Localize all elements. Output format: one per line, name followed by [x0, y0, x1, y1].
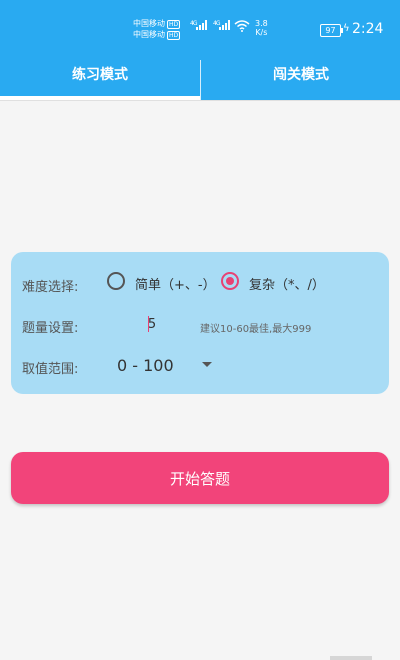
- lightning-bolt-icon: ϟ: [343, 23, 350, 34]
- scroll-indicator: [330, 656, 372, 660]
- question-count-hint: 建议10-60最佳,最大999: [200, 324, 312, 335]
- question-count-label: 题量设置:: [22, 321, 79, 336]
- text-caret: [148, 316, 149, 332]
- value-range-dropdown[interactable]: 0 - 100: [114, 352, 222, 378]
- settings-card: 难度选择: 简单（+、-） 复杂（*、/） 题量设置: 建议10-60最佳,最大…: [11, 252, 389, 394]
- network-speed: 3.8 K/s: [255, 19, 268, 37]
- difficulty-label: 难度选择:: [22, 280, 79, 295]
- carrier-1: 中国移动: [133, 19, 165, 28]
- wifi-icon: [234, 20, 250, 32]
- carrier-info: 中国移动 HD 中国移动 HD: [133, 18, 181, 40]
- radio-simple[interactable]: [107, 272, 125, 290]
- radio-complex[interactable]: [221, 272, 239, 290]
- mode-tab-bar: 练习模式 闯关模式: [0, 60, 400, 101]
- status-bar: 中国移动 HD 中国移动 HD 4G 4G 3.8 K/s 97 ϟ 2:24: [0, 0, 400, 60]
- radio-complex-label[interactable]: 复杂（*、/）: [249, 274, 325, 293]
- tab-selected-indicator: [0, 96, 200, 100]
- value-range-selected: 0 - 100: [117, 356, 174, 375]
- carrier-2: 中国移动: [133, 30, 165, 39]
- value-range-label: 取值范围:: [22, 362, 79, 377]
- hd-badge-2: HD: [167, 31, 181, 40]
- signal-bars-icon: 4G: [190, 20, 210, 33]
- tab-challenge-mode[interactable]: 闯关模式: [201, 60, 400, 100]
- tab-practice-mode[interactable]: 练习模式: [0, 60, 200, 100]
- battery-icon: 97: [320, 24, 343, 37]
- signal-bars-icon-2: 4G: [213, 20, 233, 33]
- triangle-down-icon: [202, 362, 212, 367]
- clock: 2:24: [352, 21, 384, 37]
- question-count-input[interactable]: [122, 314, 182, 334]
- start-quiz-button[interactable]: 开始答题: [11, 452, 389, 504]
- hd-badge-1: HD: [167, 20, 181, 29]
- radio-simple-label[interactable]: 简单（+、-）: [135, 274, 216, 293]
